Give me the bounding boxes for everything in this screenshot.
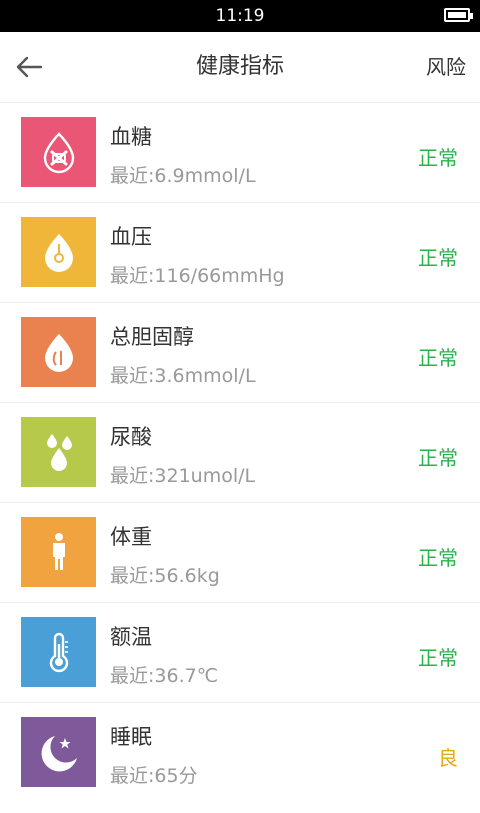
nav-bar: 健康指标 风险: [0, 32, 480, 103]
item-recent-value: 最近:3.6mmol/L: [110, 365, 256, 387]
tile: [21, 317, 96, 387]
item-name: 体重: [110, 525, 152, 549]
blood-sugar-icon: [43, 132, 74, 174]
tile: [21, 717, 96, 787]
tile: [21, 117, 96, 187]
list-item-uric-acid[interactable]: 尿酸 最近:321umol/L 正常: [0, 403, 480, 503]
item-name: 睡眠: [110, 725, 152, 749]
status-badge: 正常: [418, 346, 458, 370]
uric-acid-icon: [46, 434, 72, 471]
back-button[interactable]: [12, 51, 46, 83]
risk-button[interactable]: 风险: [426, 32, 466, 102]
back-arrow-icon: [16, 56, 43, 78]
health-indicator-list: 血糖 最近:6.9mmol/L 正常 血压 最近:116/66mmHg 正常 总…: [0, 103, 480, 803]
status-badge: 正常: [418, 146, 458, 170]
item-recent-value: 最近:116/66mmHg: [110, 265, 285, 287]
thermometer-icon: [49, 632, 68, 673]
item-recent-value: 最近:36.7℃: [110, 665, 219, 687]
list-item-weight[interactable]: 体重 最近:56.6kg 正常: [0, 503, 480, 603]
status-bar: 11:19: [0, 0, 480, 32]
item-recent-value: 最近:321umol/L: [110, 465, 256, 487]
status-badge: 良: [438, 746, 458, 770]
list-item-forehead-temperature[interactable]: 额温 最近:36.7℃ 正常: [0, 603, 480, 703]
item-recent-value: 最近:6.9mmol/L: [110, 165, 256, 187]
battery-icon: [444, 8, 473, 22]
tile: [21, 617, 96, 687]
item-name: 血压: [110, 225, 152, 249]
item-name: 血糖: [110, 125, 152, 149]
item-recent-value: 最近:56.6kg: [110, 565, 220, 587]
moon-star-icon: [41, 736, 77, 772]
status-badge: 正常: [418, 246, 458, 270]
item-recent-value: 最近:65分: [110, 765, 198, 787]
tile: [21, 217, 96, 287]
status-badge: 正常: [418, 646, 458, 670]
status-time: 11:19: [215, 6, 265, 26]
item-name: 总胆固醇: [110, 325, 194, 349]
cholesterol-icon: [44, 334, 73, 372]
blood-pressure-icon: [44, 234, 73, 272]
list-item-cholesterol[interactable]: 总胆固醇 最近:3.6mmol/L 正常: [0, 303, 480, 403]
list-item-blood-pressure[interactable]: 血压 最近:116/66mmHg 正常: [0, 203, 480, 303]
status-badge: 正常: [418, 446, 458, 470]
list-item-sleep[interactable]: 睡眠 最近:65分 良: [0, 703, 480, 803]
item-name: 额温: [110, 625, 152, 649]
page-title: 健康指标: [195, 54, 284, 79]
item-name: 尿酸: [110, 425, 152, 449]
tile: [21, 417, 96, 487]
list-item-blood-sugar[interactable]: 血糖 最近:6.9mmol/L 正常: [0, 103, 480, 203]
status-badge: 正常: [418, 546, 458, 570]
person-icon: [52, 533, 65, 570]
tile: [21, 517, 96, 587]
